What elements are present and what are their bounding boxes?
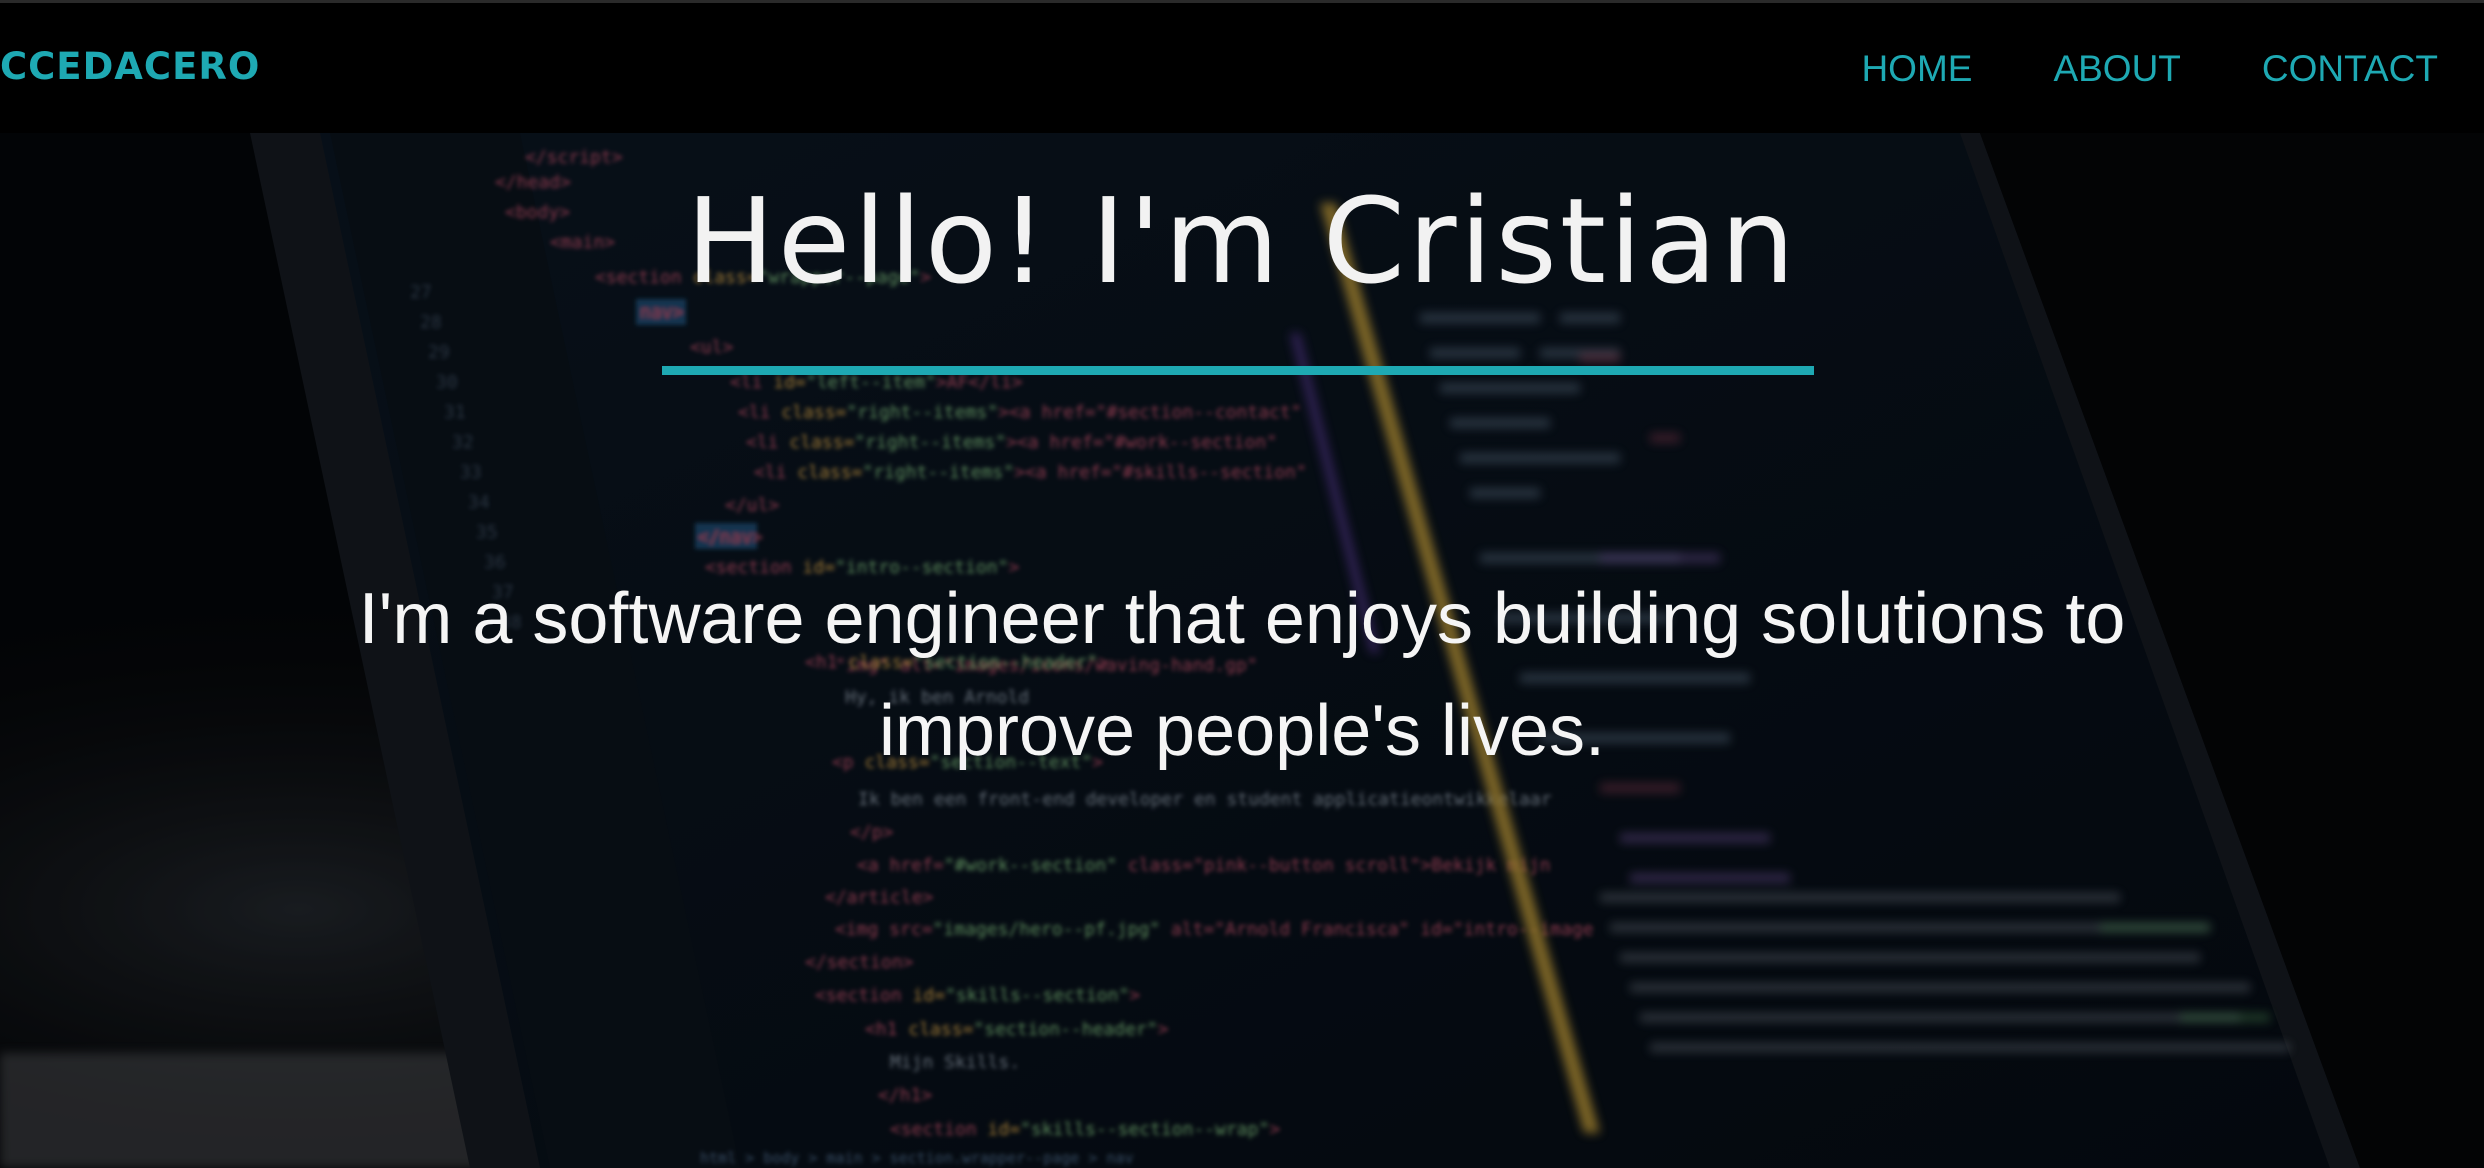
hero-title: Hello! I'm Cristian [686, 172, 1798, 310]
nav-links: HOME ABOUT CONTACT [1861, 47, 2438, 91]
nav-link-about[interactable]: ABOUT [2053, 47, 2180, 91]
nav-link-home[interactable]: HOME [1861, 47, 1972, 91]
hero-section: 27 28 29 30 31 32 33 34 35 36 37 38 </script> </… [0, 133, 2484, 1168]
nav-link-contact[interactable]: CONTACT [2262, 47, 2438, 91]
brand-logo[interactable]: CCEDACERO [0, 45, 330, 89]
hero-subtitle: I'm a software engineer that enjoys buil… [358, 579, 2126, 771]
navbar: CCEDACERO HOME ABOUT CONTACT [0, 0, 2484, 133]
hero-divider [662, 366, 1814, 375]
